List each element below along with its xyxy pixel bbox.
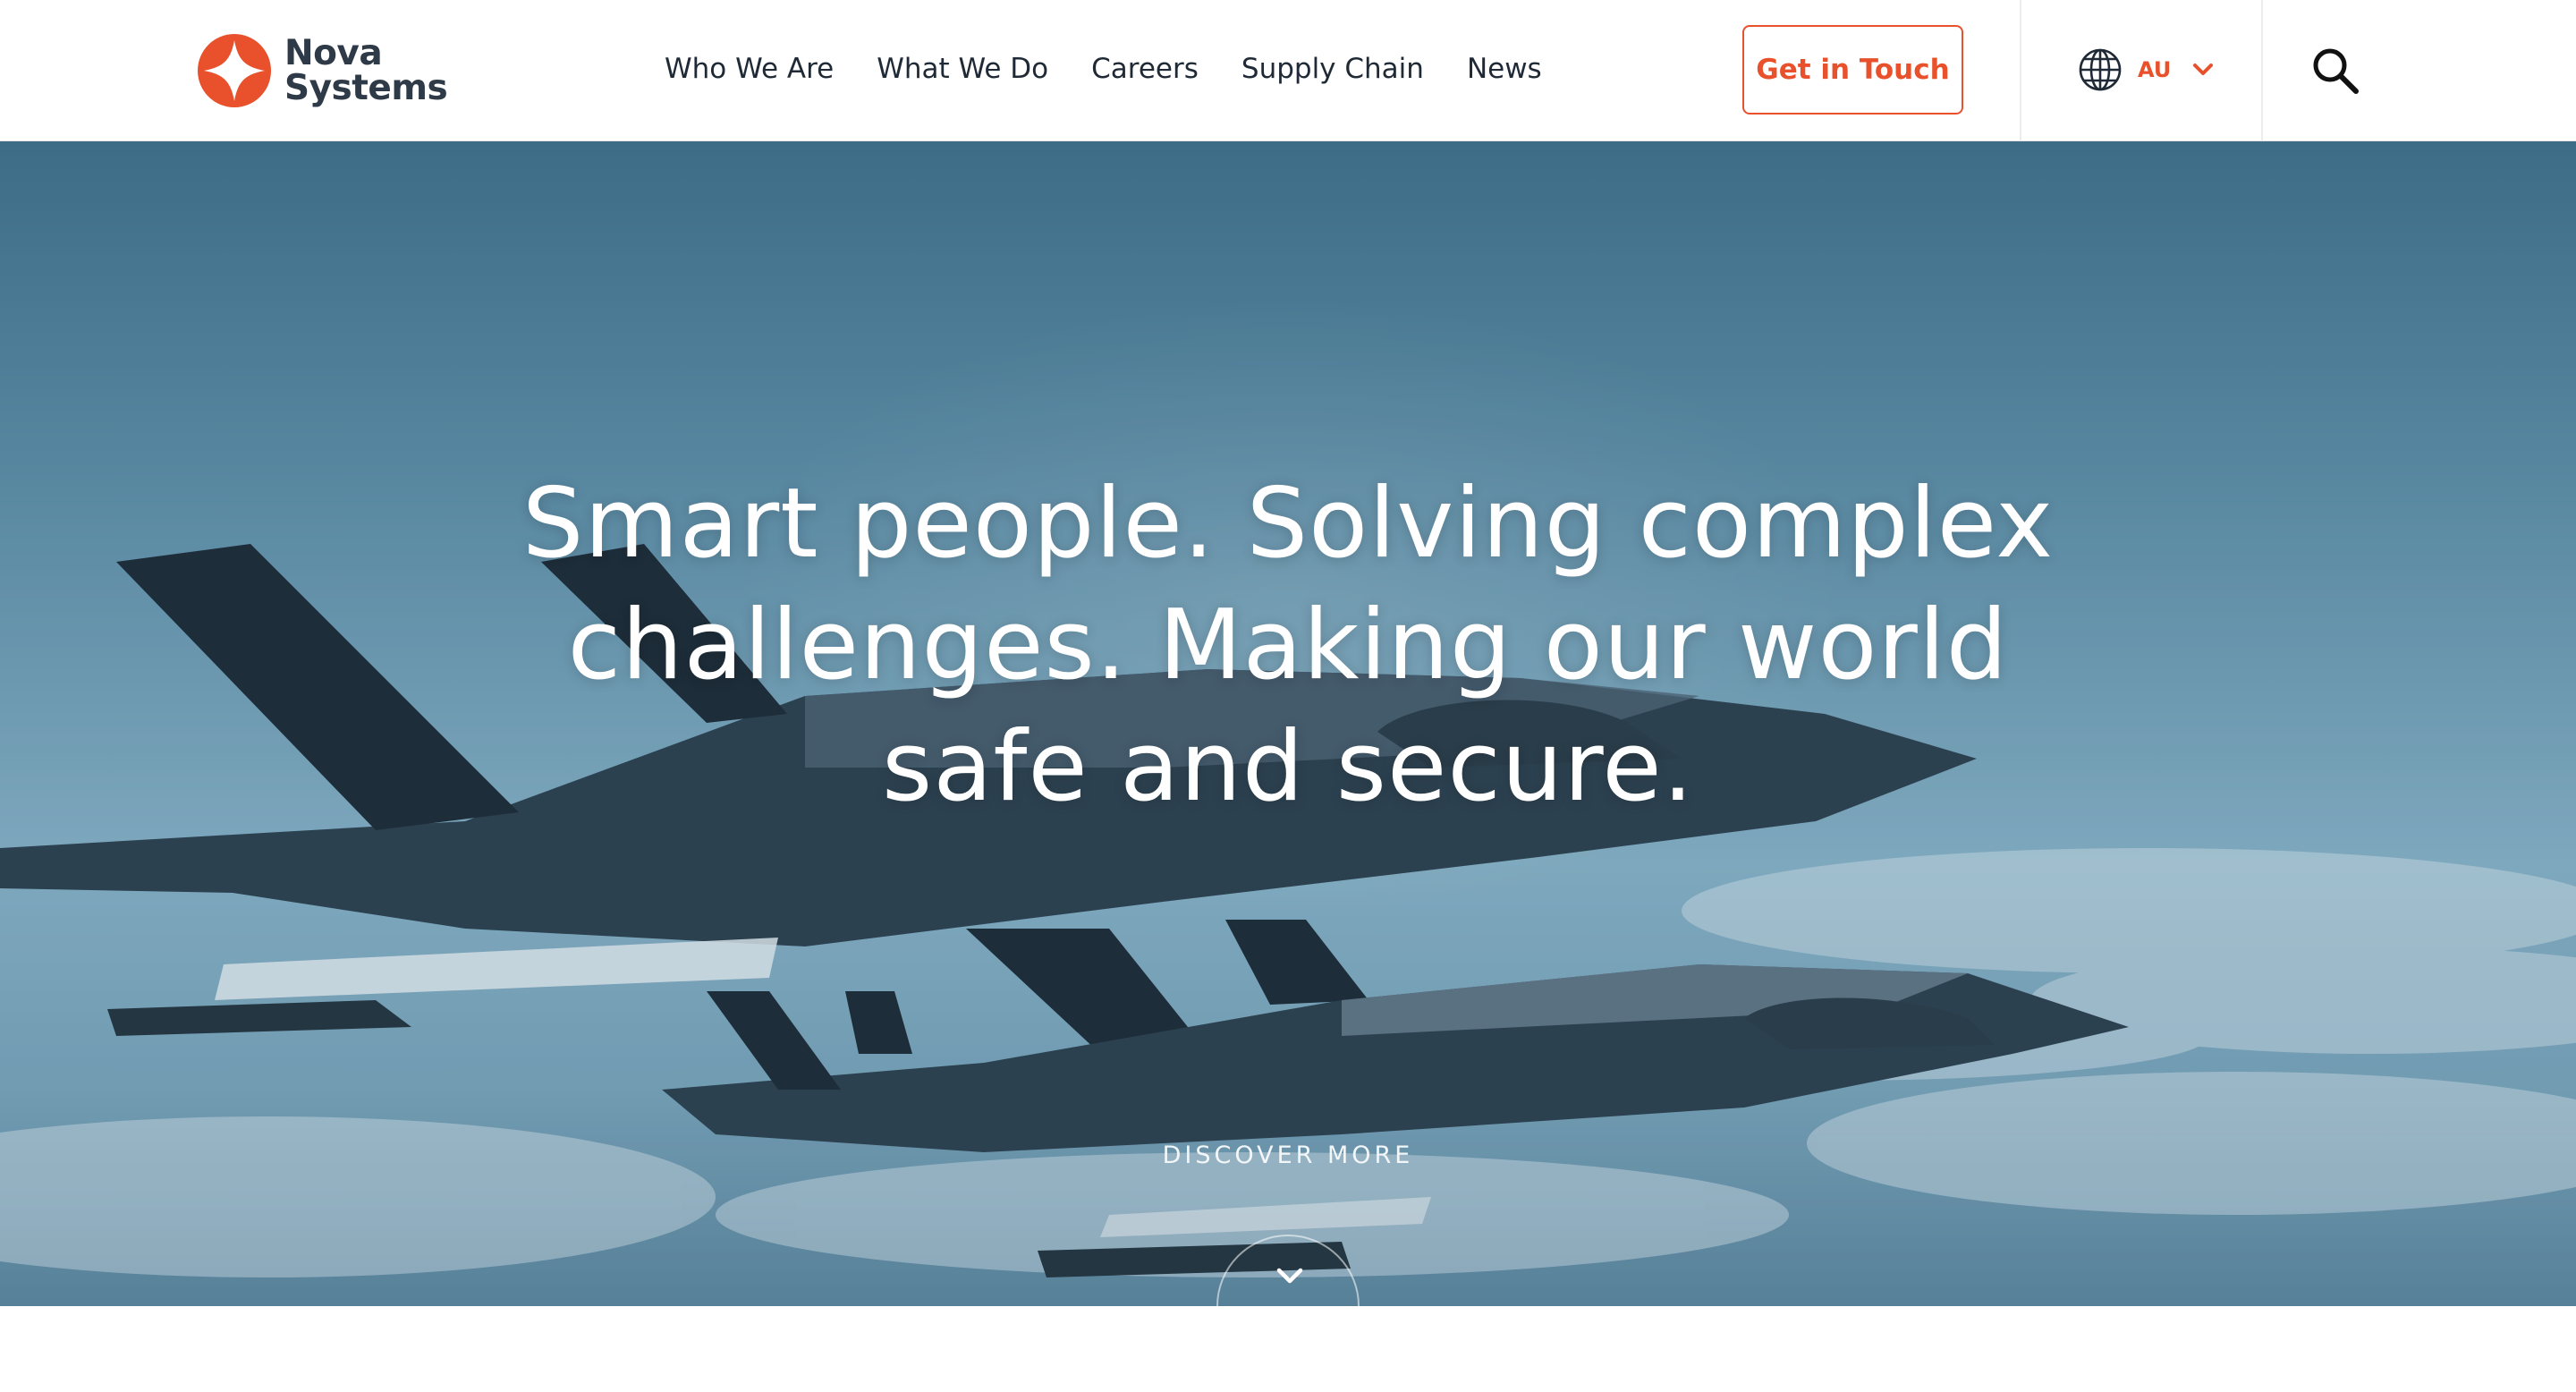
site-header: Nova Systems Who We Are What We Do Caree…	[0, 0, 2576, 141]
chevron-down-icon	[2193, 64, 2214, 75]
nav-item-what-we-do[interactable]: What We Do	[877, 53, 1048, 85]
nav-item-careers[interactable]: Careers	[1091, 53, 1199, 85]
get-in-touch-button[interactable]: Get in Touch	[1742, 25, 1963, 115]
chevron-down-icon	[1276, 1268, 1303, 1284]
search-icon	[2313, 48, 2359, 94]
nova-star-logo-icon	[198, 34, 271, 107]
header-divider	[2020, 0, 2021, 141]
nav-item-news[interactable]: News	[1467, 53, 1542, 85]
discover-more-link[interactable]: DISCOVER MORE	[1020, 1142, 1556, 1169]
hero-headline: Smart people. Solving complex challenges…	[521, 468, 2055, 823]
logo-line-1: Nova	[284, 33, 383, 73]
nav-item-supply-chain[interactable]: Supply Chain	[1241, 53, 1424, 85]
logo-line-2: Systems	[284, 68, 448, 108]
logo-wordmark: Nova Systems	[284, 33, 448, 108]
nav-item-who-we-are[interactable]: Who We Are	[665, 53, 834, 85]
nova-systems-logo[interactable]: Nova Systems	[197, 30, 448, 111]
main-nav: Who We Are What We Do Careers Supply Cha…	[665, 47, 1542, 91]
header-divider	[2261, 0, 2263, 141]
globe-icon	[2079, 48, 2122, 91]
region-code: AU	[2138, 57, 2172, 82]
region-selector[interactable]: AU	[2077, 45, 2216, 95]
search-button[interactable]	[2309, 45, 2361, 97]
hero-banner: Smart people. Solving complex challenges…	[0, 141, 2576, 1306]
